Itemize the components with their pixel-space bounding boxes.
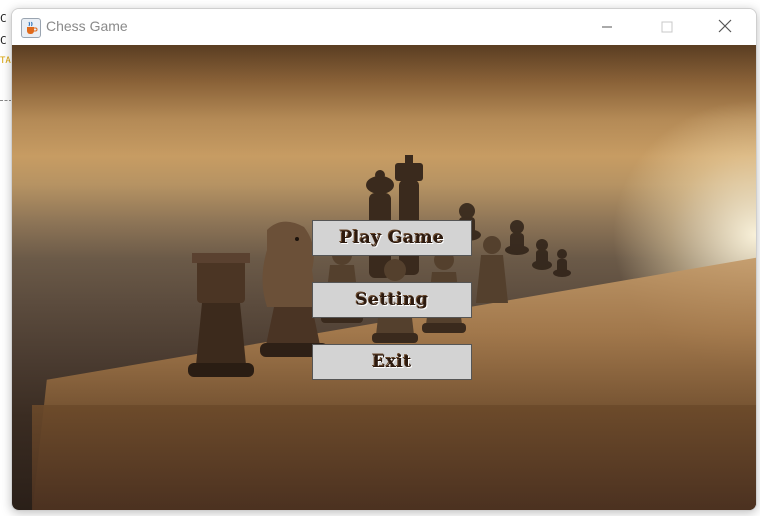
window-title: Chess Game [46,18,128,34]
minimize-button[interactable] [584,9,630,45]
background-text-1: C [0,12,7,25]
close-icon [718,18,732,37]
chess-game-window: Chess Game Play Game Setting Exit [11,8,757,511]
maximize-icon [661,18,673,37]
chess-pieces-image [188,155,571,377]
setting-button[interactable]: Setting [312,282,472,318]
background-text-2: C [0,34,7,47]
maximize-button[interactable] [644,9,690,45]
close-button[interactable] [702,9,748,45]
minimize-icon [601,18,613,37]
menu-panel: Play Game Setting Exit [12,45,756,510]
play-game-button[interactable]: Play Game [312,220,472,256]
exit-button[interactable]: Exit [312,344,472,380]
java-coffee-icon [21,18,41,38]
background-text-3: TA [0,56,11,66]
title-bar[interactable]: Chess Game [12,9,756,45]
